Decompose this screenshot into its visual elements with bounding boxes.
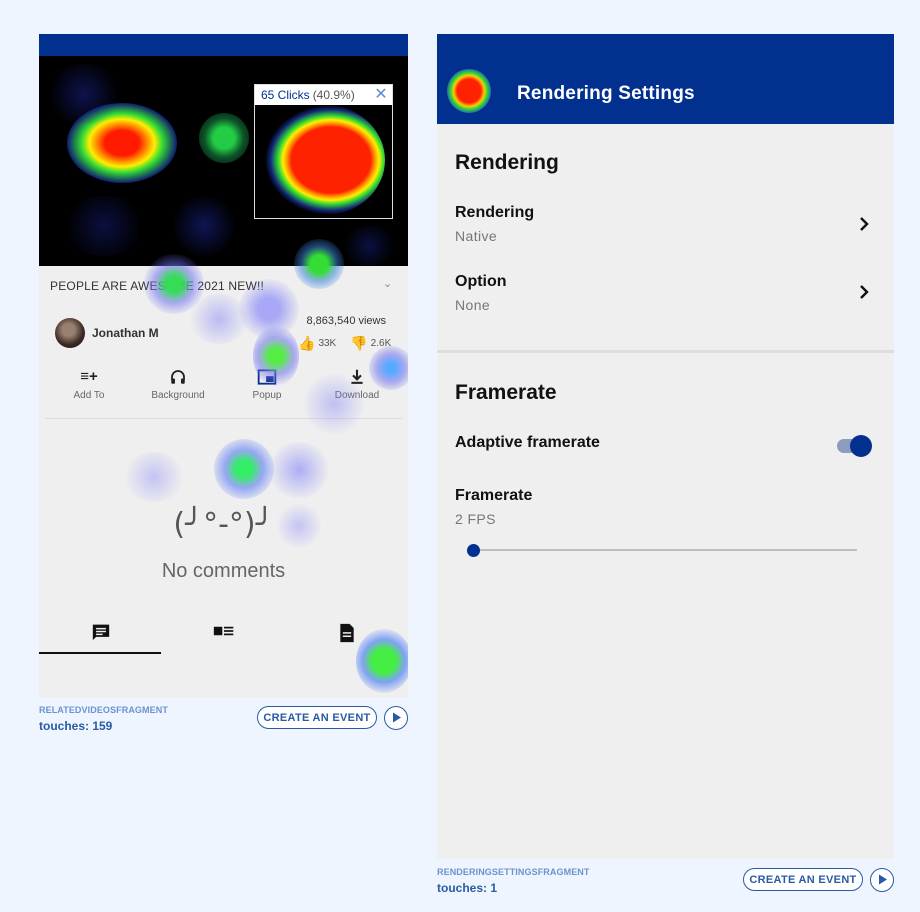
like-stats: 👍 33K 👎 2.6K <box>298 335 391 352</box>
play-icon <box>393 712 401 723</box>
chevron-right-icon <box>860 285 869 299</box>
heat-spot <box>447 69 491 113</box>
setting-title: Rendering <box>455 204 535 221</box>
framerate-label: Framerate <box>455 487 533 504</box>
framerate-value: 2 FPS <box>455 511 496 527</box>
play-button[interactable] <box>384 706 408 730</box>
heat-spot <box>214 439 274 499</box>
related-videos-screen: 65 Clicks (40.9%) ✕ PEOPLE ARE AWESOME 2… <box>39 34 408 698</box>
adaptive-framerate-label: Adaptive framerate <box>455 434 600 451</box>
play-icon <box>879 874 887 885</box>
background-button[interactable]: Background <box>138 368 218 401</box>
page-title: Rendering Settings <box>517 83 695 104</box>
picture-in-picture-icon <box>227 368 307 388</box>
popup-button[interactable]: Popup <box>227 368 307 401</box>
add-to-button[interactable]: ≡+ Add To <box>49 368 129 401</box>
section-title-framerate: Framerate <box>455 381 557 404</box>
dislike-count: 2.6K <box>370 338 392 349</box>
channel-name[interactable]: Jonathan M <box>92 326 159 340</box>
create-event-button[interactable]: CREATE AN EVENT <box>257 706 377 729</box>
setting-value: Native <box>455 228 498 244</box>
video-title: PEOPLE ARE AWESOME 2021 NEW!! <box>50 279 265 293</box>
heat-spot <box>59 196 149 256</box>
section-title-rendering: Rendering <box>455 151 559 174</box>
heat-spot <box>189 294 249 344</box>
heat-spot <box>169 196 239 256</box>
heat-spot <box>269 442 329 498</box>
heat-spot <box>265 105 385 215</box>
heat-spot <box>339 226 399 266</box>
click-stats-popup: 65 Clicks (40.9%) ✕ <box>254 84 393 219</box>
heat-spot <box>67 103 177 183</box>
like-count: 33K <box>318 338 337 349</box>
rendering-settings-screen: Rendering Settings Rendering Rendering N… <box>437 34 894 859</box>
action-label: Background <box>151 390 205 401</box>
action-label: Download <box>334 390 380 401</box>
framerate-slider[interactable] <box>473 549 857 551</box>
chevron-down-icon[interactable]: ⌄ <box>383 277 392 290</box>
clicks-percent: (40.9%) <box>312 88 355 102</box>
touch-count: touches: 159 <box>39 719 113 733</box>
headphones-icon <box>138 368 218 388</box>
thumbs-up-icon[interactable]: 👍 <box>298 335 315 352</box>
create-event-button[interactable]: CREATE AN EVENT <box>743 868 863 891</box>
action-label: Popup <box>252 390 282 401</box>
touch-count: touches: 1 <box>437 881 498 895</box>
comment-icon <box>92 624 109 641</box>
tab-description[interactable] <box>285 619 408 654</box>
heat-spot <box>124 452 184 502</box>
heat-spot <box>44 64 124 124</box>
section-divider <box>437 350 894 353</box>
popup-zoom-preview <box>255 105 392 218</box>
description-icon <box>339 623 354 643</box>
slider-thumb[interactable] <box>467 544 480 557</box>
playlist-add-icon: ≡+ <box>80 368 98 385</box>
fragment-name: RENDERINGSETTINGSFRAGMENT <box>437 867 590 877</box>
download-icon <box>317 368 397 388</box>
download-button[interactable]: Download <box>317 368 397 401</box>
view-count: 8,863,540 views <box>306 315 387 327</box>
popup-header: 65 Clicks (40.9%) <box>255 85 392 105</box>
avatar[interactable] <box>55 318 85 348</box>
empty-state-text: No comments <box>161 560 286 582</box>
tab-comments[interactable] <box>39 619 162 654</box>
toggle-knob <box>850 435 872 457</box>
fragment-name: RELATEDVIDEOSFRAGMENT <box>39 705 168 715</box>
video-player[interactable]: 65 Clicks (40.9%) ✕ <box>39 56 408 266</box>
play-button[interactable] <box>870 868 894 892</box>
status-bar <box>39 34 408 56</box>
divider <box>45 418 402 419</box>
close-icon[interactable]: ✕ <box>373 86 389 104</box>
clicks-count: 65 Clicks <box>261 88 310 102</box>
heat-spot <box>199 113 249 163</box>
empty-state-face: (╯°-°)╯ <box>173 507 274 542</box>
thumbs-down-icon[interactable]: 👎 <box>350 335 367 352</box>
setting-value: None <box>455 297 491 313</box>
app-bar: Rendering Settings <box>437 34 894 124</box>
action-label: Add To <box>73 390 105 401</box>
tab-related-videos[interactable] <box>162 619 285 654</box>
chevron-right-icon <box>860 217 869 231</box>
setting-title: Option <box>455 273 507 290</box>
video-actions: ≡+ Add To Background Popup Download <box>39 368 408 408</box>
tab-indicator <box>39 652 161 654</box>
related-videos-icon <box>213 626 233 636</box>
